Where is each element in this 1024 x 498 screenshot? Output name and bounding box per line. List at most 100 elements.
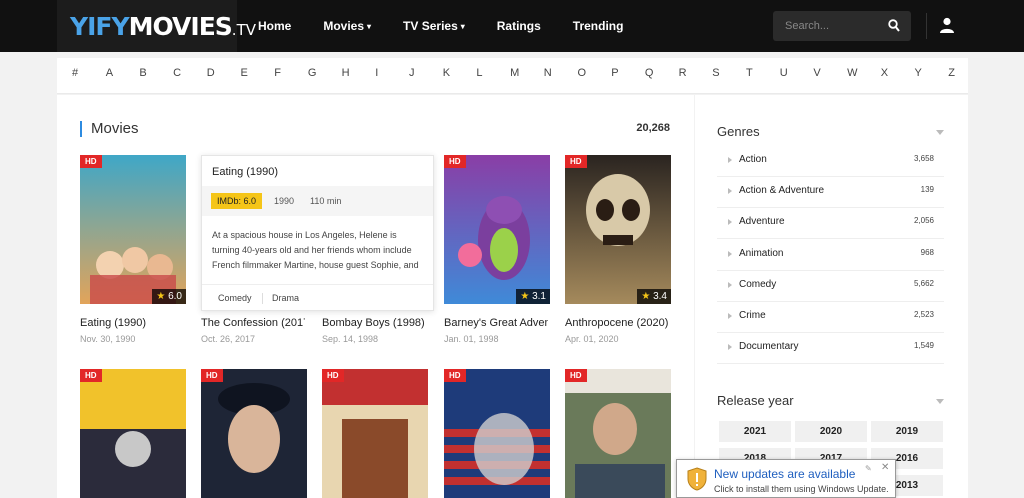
poster-image (444, 369, 550, 498)
nav-movies[interactable]: Movies ▾ (323, 19, 371, 33)
chevron-right-icon (728, 250, 732, 257)
tooltip-description: At a spacious house in Los Angeles, Hele… (212, 230, 419, 270)
site-logo[interactable]: YIFYMOVIES.TV (70, 12, 256, 41)
chevron-right-icon (728, 188, 732, 195)
genre-item[interactable]: Documentary 1,549 (717, 333, 944, 365)
close-icon[interactable]: ✕ (881, 462, 889, 473)
release-year-heading[interactable]: Release year (717, 393, 794, 408)
genre-item[interactable]: Crime 2,523 (717, 302, 944, 333)
logo-yify: YIFY (70, 12, 130, 41)
alphabet-letter[interactable]: V (813, 67, 820, 79)
chevron-right-icon (728, 219, 732, 226)
user-icon[interactable] (939, 17, 955, 33)
chevron-down-icon[interactable] (936, 130, 944, 135)
alphabet-letter[interactable]: C (173, 67, 181, 79)
nav-home-label: Home (258, 19, 292, 33)
chevron-right-icon (728, 344, 732, 351)
movie-poster[interactable]: HD ★ 3.4 (565, 155, 671, 304)
alphabet-letter[interactable]: M (510, 67, 519, 79)
alphabet-letter[interactable]: # (72, 67, 78, 79)
poster-image (201, 369, 307, 498)
genre-count: 968 (920, 247, 934, 257)
alphabet-letter[interactable]: Q (645, 67, 654, 79)
genre-item[interactable]: Action 3,658 (717, 146, 944, 177)
movie-date: Apr. 01, 2020 (565, 334, 619, 344)
main-nav: Home Movies ▾ TV Series ▾ Ratings Trending (258, 0, 655, 52)
alphabet-letter[interactable]: N (544, 67, 552, 79)
nav-tv-series-label: TV Series (403, 19, 458, 33)
movie-poster[interactable]: HD (322, 369, 428, 498)
movie-poster[interactable]: HD (444, 369, 550, 498)
alphabet-letter[interactable]: G (308, 67, 317, 79)
alphabet-letter[interactable]: S (712, 67, 719, 79)
alphabet-letter[interactable]: W (847, 67, 857, 79)
update-notification[interactable]: New updates are available Click to insta… (676, 459, 896, 498)
chevron-down-icon[interactable] (936, 399, 944, 404)
alphabet-letter[interactable]: O (578, 67, 587, 79)
pin-icon[interactable]: ✎ (865, 464, 872, 473)
search-icon[interactable] (888, 19, 900, 33)
genre-count: 2,056 (913, 216, 934, 226)
movie-title[interactable]: Bombay Boys (1998) (322, 317, 438, 329)
alphabet-letter[interactable]: B (139, 67, 146, 79)
star-icon: ★ (520, 291, 530, 302)
year-button[interactable]: 2021 (719, 421, 791, 442)
nav-trending-label: Trending (572, 19, 624, 33)
movie-date: Sep. 14, 1998 (322, 334, 379, 344)
genre-name: Action & Adventure (739, 185, 825, 197)
movie-title[interactable]: Barney's Great Adventure (444, 317, 548, 329)
genre-link-drama[interactable]: Drama (272, 293, 299, 303)
rating-badge: ★ 3.4 (637, 289, 671, 304)
nav-tv-series[interactable]: TV Series ▾ (403, 19, 465, 33)
alphabet-letter[interactable]: T (746, 67, 753, 79)
movie-date: Oct. 26, 2017 (201, 334, 256, 344)
movie-poster[interactable]: HD (565, 369, 671, 498)
movie-tooltip: Eating (1990) IMDb: 6.0 1990 110 min At … (201, 155, 434, 311)
search-input[interactable] (773, 11, 883, 41)
notification-subtitle: Click to install them using Windows Upda… (714, 484, 889, 494)
year-button[interactable]: 2020 (795, 421, 867, 442)
tooltip-length: 110 min (310, 196, 342, 206)
alphabet-letter[interactable]: X (881, 67, 888, 79)
genre-name: Documentary (739, 341, 799, 353)
alphabet-letter[interactable]: D (207, 67, 215, 79)
alphabet-letter[interactable]: P (611, 67, 618, 79)
movie-title[interactable]: Eating (1990) (80, 317, 196, 329)
genre-item[interactable]: Comedy 5,662 (717, 271, 944, 302)
alphabet-letter[interactable]: I (375, 67, 378, 79)
year-button[interactable]: 2019 (871, 421, 943, 442)
movie-title[interactable]: Anthropocene (2020) (565, 317, 671, 329)
chevron-right-icon (728, 313, 732, 319)
header-divider (926, 13, 927, 39)
nav-home[interactable]: Home (258, 19, 291, 33)
movie-poster[interactable]: HD (80, 369, 186, 498)
alphabet-letter[interactable]: J (409, 67, 415, 79)
alphabet-letter[interactable]: H (342, 67, 350, 79)
movie-poster[interactable]: HD ★ 6.0 (80, 155, 186, 304)
genre-item[interactable]: Action & Adventure 139 (717, 177, 944, 209)
alphabet-letter[interactable]: Z (948, 67, 955, 79)
alphabet-letter[interactable]: K (443, 67, 450, 79)
star-icon: ★ (156, 291, 166, 302)
poster-image (322, 369, 428, 498)
alphabet-letter[interactable]: L (476, 67, 482, 79)
movie-poster[interactable]: HD ★ 3.1 (444, 155, 550, 304)
alphabet-letter[interactable]: E (241, 67, 248, 79)
genre-item[interactable]: Animation 968 (717, 240, 944, 271)
alphabet-letter[interactable]: U (780, 67, 788, 79)
nav-ratings[interactable]: Ratings (497, 19, 541, 33)
movie-title[interactable]: The Confession (2017) (201, 317, 305, 329)
genre-separator (262, 293, 263, 304)
tooltip-title[interactable]: Eating (1990) (212, 166, 278, 178)
rating-value: 6.0 (168, 291, 182, 302)
alphabet-letter[interactable]: F (274, 67, 281, 79)
hd-badge: HD (444, 155, 466, 168)
movie-poster[interactable]: HD (201, 369, 307, 498)
genre-link-comedy[interactable]: Comedy (218, 293, 252, 303)
alphabet-letter[interactable]: A (106, 67, 113, 79)
alphabet-letter[interactable]: R (679, 67, 687, 79)
genres-heading[interactable]: Genres (717, 124, 760, 139)
genre-item[interactable]: Adventure 2,056 (717, 208, 944, 240)
alphabet-letter[interactable]: Y (915, 67, 922, 79)
nav-trending[interactable]: Trending (573, 19, 624, 33)
